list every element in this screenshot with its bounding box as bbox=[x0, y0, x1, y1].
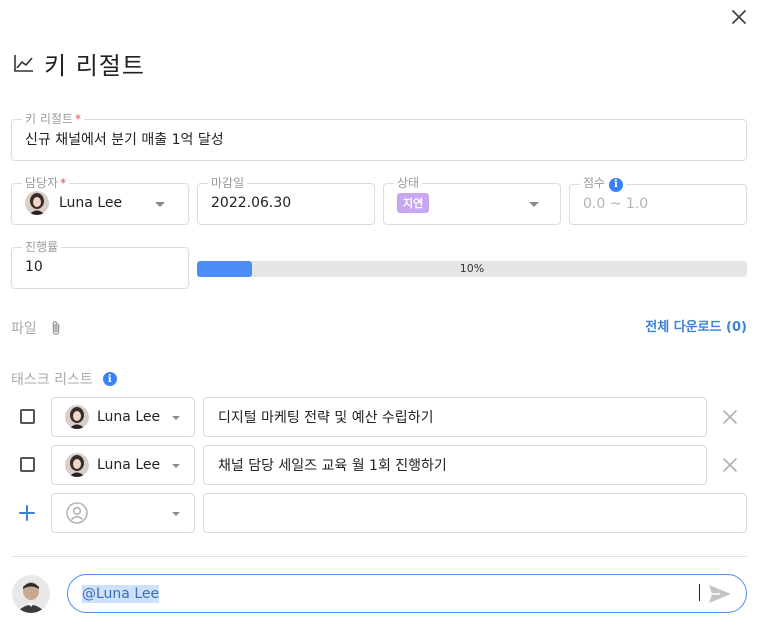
files-section: 파일 bbox=[11, 318, 63, 338]
task-row: Luna Lee 디지털 마케팅 전략 및 예산 수립하기 bbox=[0, 397, 757, 437]
close-button[interactable] bbox=[727, 5, 751, 29]
current-user-avatar bbox=[12, 575, 50, 613]
task-assignee-name: Luna Lee bbox=[97, 409, 161, 425]
progress-field[interactable]: 진행률 10 bbox=[11, 241, 189, 289]
plus-icon bbox=[19, 505, 35, 521]
page-title-text: 키 리절트 bbox=[44, 51, 145, 80]
new-task-assignee-select[interactable] bbox=[51, 493, 195, 533]
remove-task-button[interactable] bbox=[722, 409, 738, 425]
info-icon[interactable]: i bbox=[102, 372, 117, 386]
task-checkbox[interactable] bbox=[20, 457, 35, 472]
new-task-text-input[interactable] bbox=[203, 493, 747, 533]
close-icon bbox=[723, 458, 737, 472]
remove-task-button[interactable] bbox=[722, 457, 738, 473]
mention-chip: @Luna Lee bbox=[82, 584, 160, 603]
assignee-avatar bbox=[65, 405, 89, 429]
task-list-section: 태스크 리스트 i bbox=[11, 369, 117, 389]
page-title: 키 리절트 bbox=[12, 46, 145, 80]
task-assignee-select[interactable]: Luna Lee bbox=[51, 445, 195, 485]
progress-label: 진행률 bbox=[25, 240, 59, 254]
task-text-input[interactable]: 디지털 마케팅 전략 및 예산 수립하기 bbox=[203, 397, 707, 437]
key-result-field[interactable]: 키 리절트 * 신규 채널에서 분기 매출 1억 달성 bbox=[11, 113, 747, 161]
chevron-down-icon bbox=[155, 202, 165, 207]
user-circle-icon bbox=[65, 501, 89, 525]
comment-input[interactable]: @Luna Lee bbox=[67, 574, 747, 613]
chevron-down-icon bbox=[172, 416, 180, 420]
chevron-down-icon bbox=[172, 512, 180, 516]
due-date-label: 마감일 bbox=[211, 176, 245, 190]
chevron-down-icon bbox=[529, 202, 539, 207]
task-assignee-select[interactable]: Luna Lee bbox=[51, 397, 195, 437]
task-assignee-name: Luna Lee bbox=[97, 457, 161, 473]
key-result-value: 신규 채널에서 분기 매출 1억 달성 bbox=[25, 131, 224, 148]
chevron-down-icon bbox=[172, 464, 180, 468]
due-date-value: 2022.06.30 bbox=[211, 194, 292, 211]
key-result-label: 키 리절트 * bbox=[25, 112, 81, 126]
assignee-avatar bbox=[65, 453, 89, 477]
info-icon[interactable]: i bbox=[608, 178, 623, 192]
score-placeholder: 0.0 ~ 1.0 bbox=[583, 196, 649, 212]
status-select[interactable]: 상태 지연 bbox=[383, 177, 561, 225]
assignee-select[interactable]: 담당자 * Luna Lee bbox=[11, 177, 189, 225]
close-icon bbox=[732, 10, 746, 24]
score-field[interactable]: 점수 i 0.0 ~ 1.0 bbox=[569, 177, 747, 225]
status-badge: 지연 bbox=[397, 192, 430, 213]
task-row: Luna Lee 채널 담당 세일즈 교육 월 1회 진행하기 bbox=[0, 445, 757, 485]
send-icon bbox=[709, 585, 731, 603]
divider bbox=[11, 556, 747, 557]
progress-bar: 10% bbox=[197, 261, 747, 277]
paperclip-icon[interactable] bbox=[49, 318, 63, 338]
progress-value: 10 bbox=[25, 258, 43, 275]
chart-line-icon bbox=[12, 51, 36, 75]
assignee-avatar bbox=[25, 190, 49, 215]
download-all-link[interactable]: 전체 다운로드 (0) bbox=[637, 318, 747, 338]
close-icon bbox=[723, 410, 737, 424]
assignee-name: Luna Lee bbox=[59, 194, 123, 211]
text-caret bbox=[699, 584, 700, 601]
files-label: 파일 bbox=[11, 321, 37, 337]
send-button[interactable] bbox=[708, 583, 732, 605]
score-label: 점수 i bbox=[580, 177, 626, 192]
add-task-button[interactable] bbox=[18, 504, 36, 522]
progress-percent: 10% bbox=[459, 262, 485, 275]
new-task-row bbox=[0, 493, 757, 533]
task-checkbox[interactable] bbox=[20, 409, 35, 424]
task-list-label: 태스크 리스트 bbox=[11, 372, 93, 388]
task-text-input[interactable]: 채널 담당 세일즈 교육 월 1회 진행하기 bbox=[203, 445, 707, 485]
due-date-field[interactable]: 마감일 2022.06.30 bbox=[197, 177, 375, 225]
